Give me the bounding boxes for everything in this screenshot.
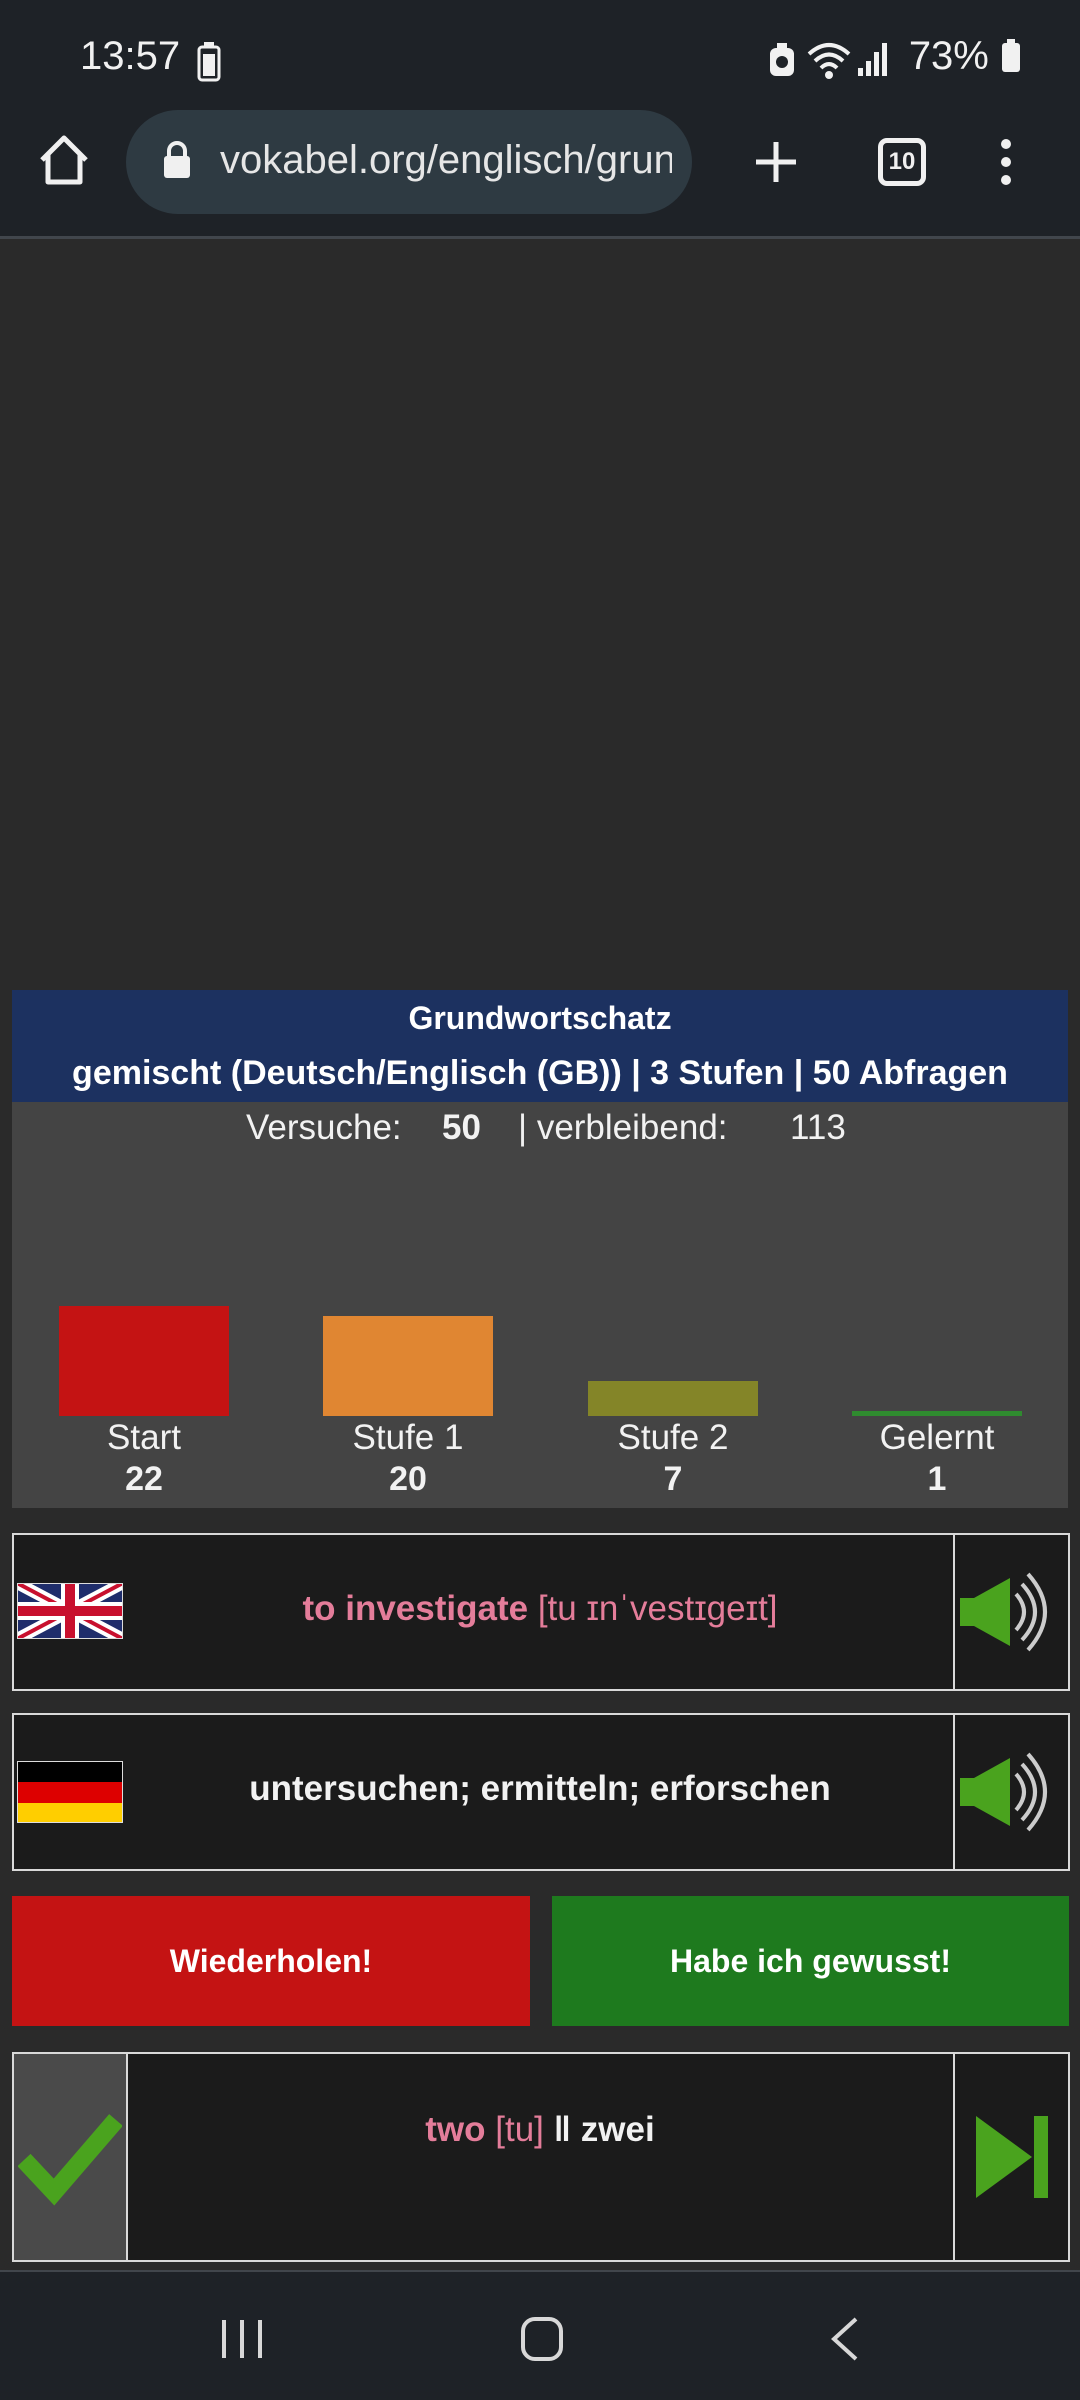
- battery-icon: [1002, 39, 1020, 72]
- uk-flag-icon: [17, 1583, 123, 1639]
- quiz-title: Grundwortschatz: [408, 1000, 672, 1036]
- card-divider: [126, 2052, 128, 2262]
- wifi-icon: [807, 43, 851, 79]
- lock-icon: [164, 141, 190, 178]
- english-word: to investigate [tu ɪnˈvestɪgeɪt]: [150, 1589, 930, 1629]
- attempts-value: 50: [442, 1108, 481, 1147]
- bar-stufe-2: [588, 1381, 758, 1416]
- recent-apps-icon[interactable]: [218, 2318, 266, 2360]
- english-phonetic: [tu ɪnˈvestɪgeɪt]: [537, 1589, 778, 1628]
- home-nav-icon[interactable]: [520, 2316, 564, 2362]
- bar-stufe-1: [323, 1316, 493, 1416]
- previous-word-card: [12, 2052, 1070, 2262]
- bar-label: Stufe 1: [352, 1418, 464, 1457]
- battery-saver-icon: [197, 42, 221, 82]
- bar-label: Start: [107, 1418, 181, 1457]
- attempts-label: Versuche:: [246, 1108, 402, 1147]
- url-text[interactable]: vokabel.org/englisch/grundwortschatz: [220, 138, 672, 183]
- status-time: 13:57: [80, 34, 181, 78]
- remaining-value: 113: [790, 1108, 846, 1147]
- speaker-icon-english[interactable]: [958, 1572, 1064, 1652]
- previous-phonetic: [tu]: [495, 2110, 544, 2149]
- remaining-label: | verbleibend:: [518, 1108, 728, 1147]
- bar-value-label: 7: [663, 1460, 683, 1498]
- bar-gelernt: [852, 1411, 1022, 1416]
- speaker-icon-german[interactable]: [958, 1752, 1064, 1832]
- previous-word: two [tu] ‖ zwei: [150, 2110, 930, 2150]
- back-icon[interactable]: [826, 2316, 862, 2362]
- card-divider: [953, 1713, 955, 1871]
- repeat-button[interactable]: Wiederholen!: [12, 1896, 530, 2026]
- tab-switcher-button[interactable]: 10: [878, 138, 926, 186]
- bar-start: [59, 1306, 229, 1416]
- bar-value-label: 20: [389, 1460, 427, 1498]
- battery-percent-text: 73%: [908, 34, 989, 78]
- bar-value-label: 1: [927, 1460, 947, 1498]
- german-translation: untersuchen; ermitteln; erforschen: [249, 1769, 831, 1808]
- card-divider: [953, 2052, 955, 2262]
- toolbar-divider: [0, 236, 1080, 239]
- bar-value-label: 22: [125, 1460, 163, 1498]
- previous-translation: zwei: [580, 2110, 655, 2149]
- bar-label: Stufe 2: [617, 1418, 729, 1457]
- known-button[interactable]: Habe ich gewusst!: [552, 1896, 1069, 2026]
- quiz-subtitle: gemischt (Deutsch/Englisch (GB)) | 3 Stu…: [72, 1054, 1008, 1092]
- home-icon[interactable]: [36, 132, 92, 188]
- english-word-text: to investigate: [302, 1589, 529, 1628]
- previous-word-text: two: [425, 2110, 486, 2149]
- more-menu-icon[interactable]: [996, 136, 1016, 188]
- separator: ‖: [553, 2110, 572, 2149]
- card-divider: [953, 1533, 955, 1691]
- skip-next-icon[interactable]: [974, 2112, 1054, 2202]
- signal-icon: [858, 43, 887, 76]
- new-tab-icon[interactable]: [752, 138, 800, 186]
- germany-flag-icon: [17, 1761, 123, 1823]
- battery-percent: 73%: [909, 34, 1022, 79]
- checkmark-icon: [18, 2114, 122, 2206]
- battery-alert-icon: [770, 43, 794, 76]
- bar-label: Gelernt: [879, 1418, 995, 1457]
